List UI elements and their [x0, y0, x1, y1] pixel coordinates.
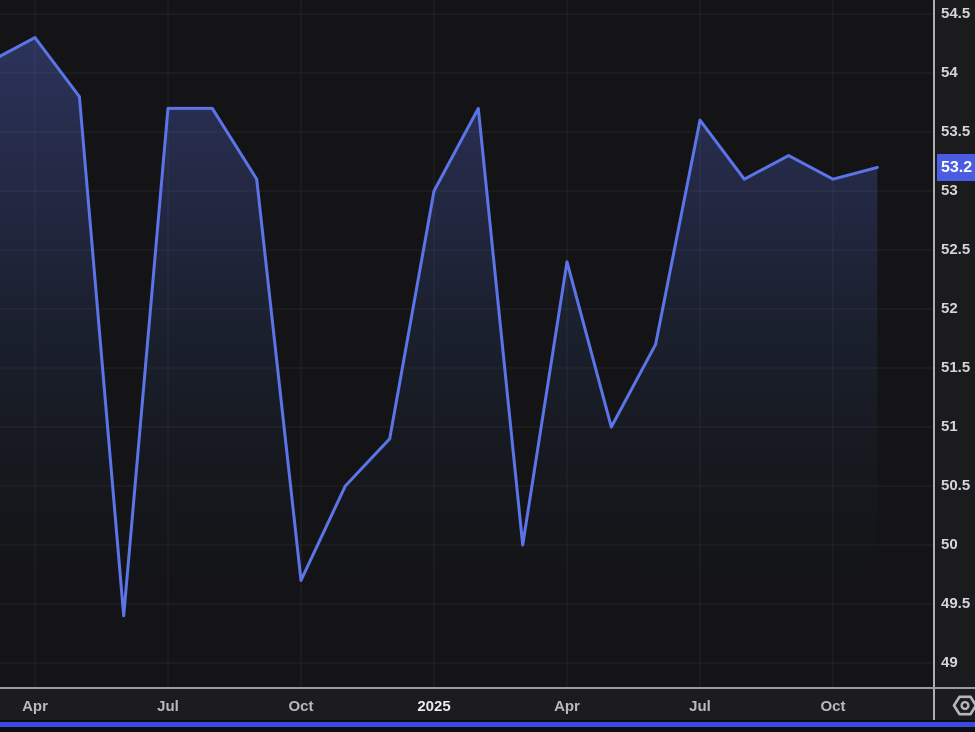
bottom-panel: [0, 720, 975, 732]
price-chart-canvas[interactable]: [0, 0, 933, 687]
time-axis-label: Apr: [22, 698, 48, 715]
time-axis-label: 2025: [417, 698, 450, 715]
price-axis-label: 50.5: [941, 477, 970, 495]
price-axis-label: 53: [941, 182, 958, 200]
price-axis-label: 54: [941, 64, 958, 82]
time-axis-label: Oct: [820, 698, 845, 715]
price-axis-label: 52: [941, 300, 958, 318]
price-axis-label: 50: [941, 536, 958, 554]
last-price-value: 53.2: [941, 159, 972, 176]
gear-icon[interactable]: [951, 693, 975, 718]
price-axis-label: 52.5: [941, 241, 970, 259]
time-axis-label: Apr: [554, 698, 580, 715]
time-axis-label: Oct: [288, 698, 313, 715]
horizontal-scrollbar[interactable]: [0, 722, 975, 727]
price-axis-label: 53.5: [941, 123, 970, 141]
price-axis-label: 51: [941, 418, 958, 436]
time-axis[interactable]: Apr Jul Oct 2025 Apr Jul Oct: [0, 687, 933, 720]
area-fill: [0, 38, 877, 687]
time-axis-label: Jul: [689, 698, 711, 715]
price-axis-label: 51.5: [941, 359, 970, 377]
line-chart: [0, 0, 933, 687]
chart-window: 54.5 54 53.5 53 52.5 52 51.5 51 50.5 50 49.5 49 53.…: [0, 0, 975, 732]
price-axis-label: 49.5: [941, 595, 970, 613]
price-axis-label: 54.5: [941, 5, 970, 23]
time-axis-label: Jul: [157, 698, 179, 715]
last-price-badge: 53.2: [937, 154, 975, 181]
axis-corner: [933, 687, 975, 720]
price-axis-label: 49: [941, 654, 958, 672]
price-axis[interactable]: 54.5 54 53.5 53 52.5 52 51.5 51 50.5 50 49.5 49 53.…: [933, 0, 975, 687]
